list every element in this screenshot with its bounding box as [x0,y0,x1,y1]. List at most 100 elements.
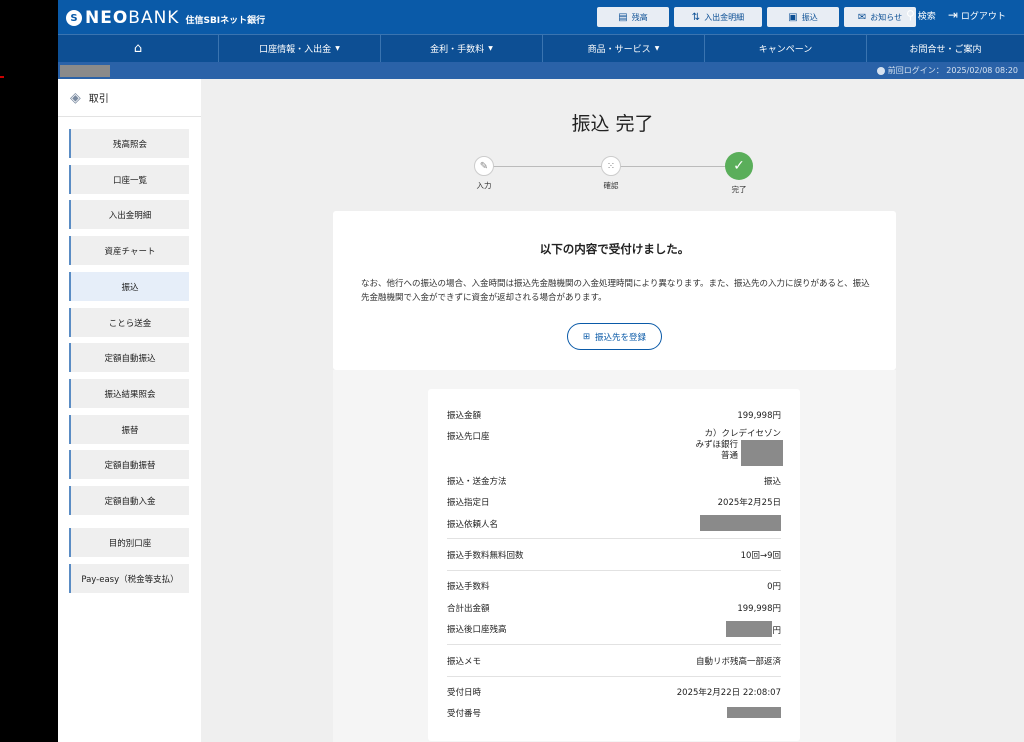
sidebar-item-auto-transfer[interactable]: 定額自動振込 [69,343,189,372]
destination-type: 普通 [720,451,738,461]
sidebar-item-auto-switch[interactable]: 定額自動振替 [69,450,189,479]
memo-value: 自動リボ残高一部返済 [695,657,781,667]
received-label: 受付日時 [447,688,482,698]
register-payee-label: 振込先を登録 [595,332,647,343]
page-title: 振込 完了 [571,113,654,135]
notice-card: 以下の内容で受付けました。 なお、他行への振込の場合、入金時間は振込先金融機関の… [333,211,896,370]
nav-rates[interactable]: 金利・手数料 ▼ [381,35,543,62]
destination-bank: みずほ銀行 [695,440,738,450]
free-count-value: 10回→9回 [740,551,781,561]
notice-button-label: お知らせ [870,12,903,22]
sidebar-item-auto-deposit[interactable]: 定額自動入金 [69,486,189,515]
logo-icon: S [66,10,82,26]
info-strip: 前回ログイン： 2025/02/08 08:20 [58,62,1024,79]
statement-button-label: 入出金明細 [704,12,745,22]
detail-row-requester: 振込依頼人名 [447,515,781,531]
nav-account[interactable]: 口座情報・入出金 ▼ [219,35,381,62]
nav-contact[interactable]: お問合せ・ご案内 [867,35,1024,62]
detail-row-received: 受付日時 2025年2月22日 22:08:07 [447,686,781,698]
logo[interactable]: S NEO BANK 住信SBIネット銀行 [66,8,265,28]
redacted-balance [726,621,773,637]
amount-value: 199,998円 [737,411,781,421]
search-link[interactable]: ⚲ 検索 [906,8,936,22]
step-input-label: 入力 [476,181,492,190]
sidebar-item-cotra[interactable]: ことら送金 [69,308,189,337]
logout-link[interactable]: ⇥ ログアウト [948,8,1006,22]
stepper: ✎ 入力 ⁙ 確認 ✓ 完了 [464,152,764,195]
sidebar-item-transfer[interactable]: 振込 [69,272,189,301]
sidebar-item-transfer-results[interactable]: 振込結果照会 [69,379,189,408]
sidebar: ◈ 取引 残高照会 口座一覧 入出金明細 資産チャート 振込 ことら送金 定額自… [58,79,201,742]
search-label: 検索 [917,11,936,22]
detail-row-free-count: 振込手数料無料回数 10回→9回 [447,549,781,561]
check-icon: ✓ [725,152,753,180]
details-table: 振込金額 199,998円 振込先口座 カ）クレデイセゾン みずほ銀行 普通 振… [428,389,800,741]
nav-campaign-label: キャンペーン [758,45,813,55]
nav-products[interactable]: 商品・サービス ▼ [543,35,705,62]
clock-icon [876,66,885,75]
date-label: 振込指定日 [447,498,490,508]
last-login-text: 前回ログイン： 2025/02/08 08:20 [887,66,1018,75]
destination-label: 振込先口座 [447,432,490,442]
step-complete-label: 完了 [731,185,747,194]
notice-body: なお、他行への振込の場合、入金時間は振込先金融機関の入金処理時間により異なります… [361,279,870,303]
sidebar-title-label: 取引 [88,94,109,105]
caret-down-icon: ▼ [335,45,340,52]
detail-row-memo: 振込メモ 自動リボ残高一部返済 [447,655,781,667]
pencil-icon: ✎ [474,156,494,176]
fee-label: 振込手数料 [447,582,490,592]
caret-down-icon: ▼ [488,45,493,52]
detail-row-date: 振込指定日 2025年2月25日 [447,496,781,508]
detail-row-total: 合計出金額 199,998円 [447,602,781,614]
top-right-links: ⚲ 検索 ⇥ ログアウト [906,8,1006,22]
sidebar-item-payeasy[interactable]: Pay-easy（税金等支払） [69,564,189,593]
header-top: S NEO BANK 住信SBIネット銀行 ▤ 残高 ⇅ 入出金明細 ▣ 振込 … [58,0,1024,34]
handshake-icon: ◈ [70,89,81,106]
bookmark-add-icon: ⊞ [582,331,591,342]
redacted-username [60,65,110,77]
list-icon: ▤ [618,11,628,23]
sidebar-item-asset-chart[interactable]: 資産チャート [69,236,189,265]
notice-heading: 以下の内容で受付けました。 [539,242,690,256]
transfer-button[interactable]: ▣ 振込 [767,7,839,27]
detail-row-method: 振込・送金方法 振込 [447,475,781,487]
grid-icon: ⁙ [601,156,621,176]
detail-row-balance: 振込後口座残高 円 [447,621,781,637]
sidebar-item-purpose-account[interactable]: 目的別口座 [69,528,189,557]
sidebar-item-accounts[interactable]: 口座一覧 [69,165,189,194]
app-window: S NEO BANK 住信SBIネット銀行 ▤ 残高 ⇅ 入出金明細 ▣ 振込 … [58,0,1024,742]
method-label: 振込・送金方法 [447,477,507,487]
balance-button[interactable]: ▤ 残高 [597,7,669,27]
global-nav: ⌂ 口座情報・入出金 ▼ 金利・手数料 ▼ 商品・サービス ▼ キャンペーン お… [58,34,1024,62]
redacted-receipt-number [727,707,781,718]
nav-campaign[interactable]: キャンペーン [705,35,867,62]
main-content: 振込 完了 ✎ 入力 ⁙ 確認 ✓ 完了 以下の内容で受付けました。 なお、他行… [201,79,1024,742]
sidebar-item-switch[interactable]: 振替 [69,415,189,444]
destination-name: カ）クレデイセゾン [704,429,781,439]
nav-products-label: 商品・サービス [587,45,651,55]
statement-button[interactable]: ⇅ 入出金明細 [674,7,762,27]
sidebar-title: ◈ 取引 [58,79,201,117]
nav-home[interactable]: ⌂ [58,35,219,62]
sidebar-item-balance[interactable]: 残高照会 [69,129,189,158]
top-buttons: ▤ 残高 ⇅ 入出金明細 ▣ 振込 ✉ お知らせ [597,7,916,27]
nav-rates-label: 金利・手数料 [430,45,485,55]
home-icon: ⌂ [133,41,143,56]
divider [447,644,781,645]
details-card: 振込金額 199,998円 振込先口座 カ）クレデイセゾン みずほ銀行 普通 振… [333,370,896,742]
redacted-requester [700,515,781,531]
register-payee-button[interactable]: ⊞ 振込先を登録 [567,323,662,350]
nav-contact-label: お問合せ・ご案内 [909,45,982,55]
step-complete: ✓ 完了 [719,152,759,195]
total-value: 199,998円 [737,604,781,614]
search-icon: ⚲ [906,8,915,22]
divider [447,538,781,539]
sidebar-item-statement[interactable]: 入出金明細 [69,200,189,229]
logo-bank: BANK [128,8,180,28]
edge-mark [0,76,4,78]
memo-label: 振込メモ [447,657,482,667]
logout-label: ログアウト [960,11,1006,22]
balance-suffix: 円 [772,626,781,636]
last-login: 前回ログイン： 2025/02/08 08:20 [876,65,1018,76]
amount-label: 振込金額 [447,411,482,421]
